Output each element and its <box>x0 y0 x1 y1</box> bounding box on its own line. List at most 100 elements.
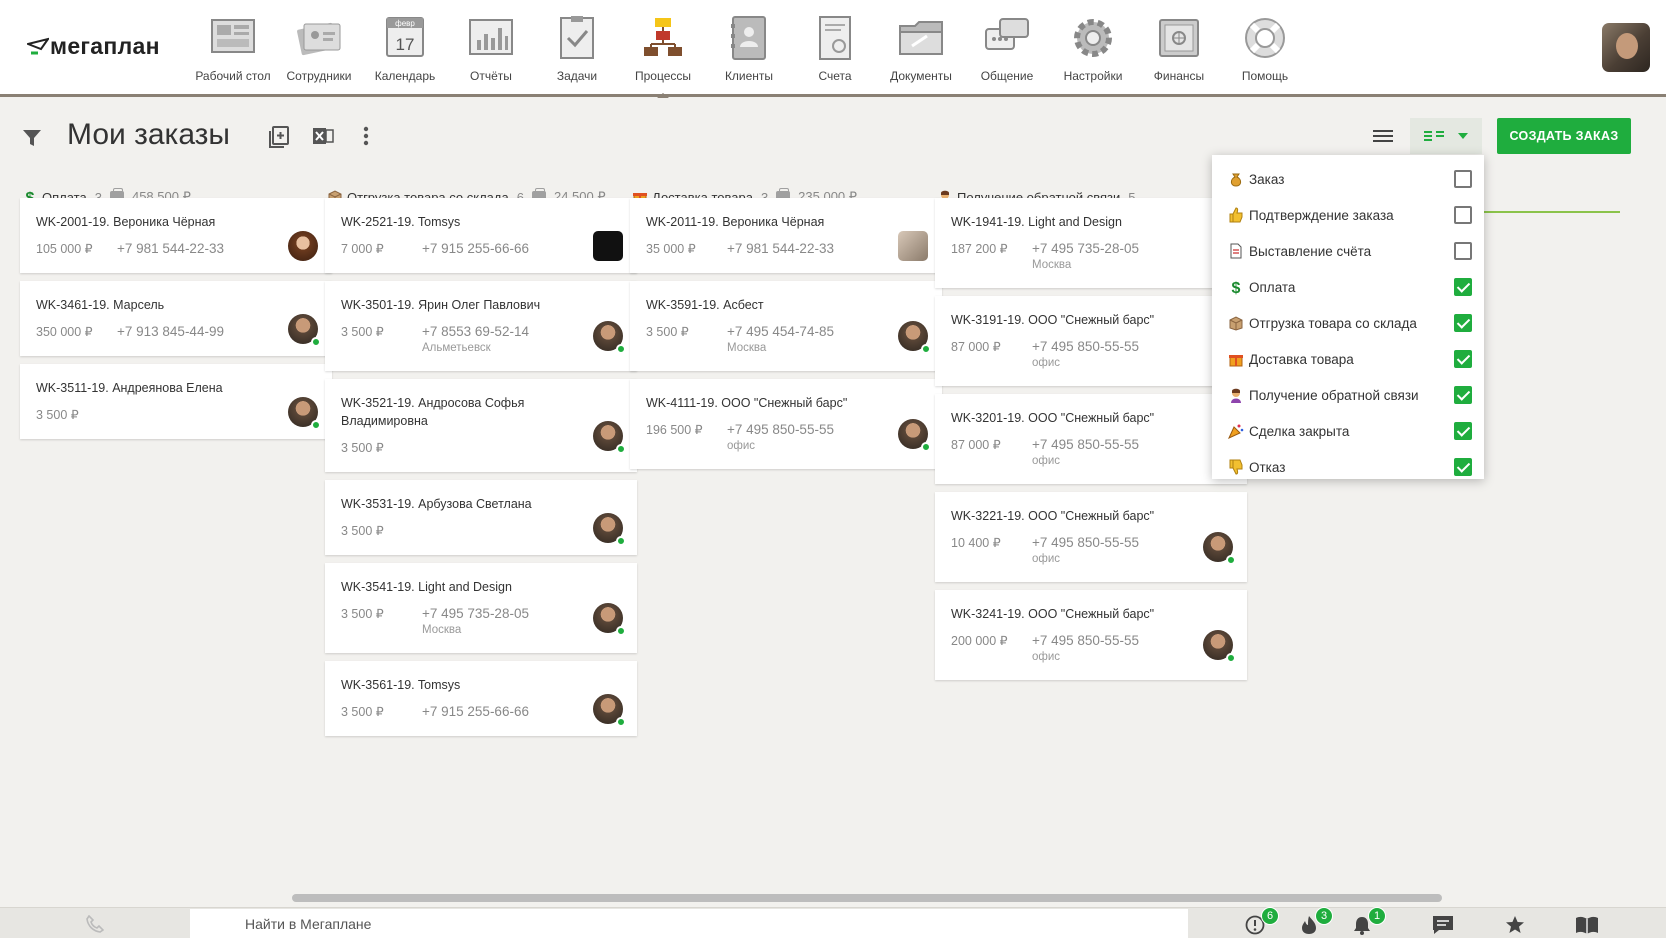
stage-checkbox[interactable] <box>1454 350 1472 368</box>
order-phone[interactable]: +7 495 735-28-05 <box>1032 241 1139 256</box>
order-phone[interactable]: +7 915 255-66-66 <box>422 241 529 256</box>
order-card[interactable]: WK-2001-19. Вероника Чёрная 105 000 ₽ +7 9… <box>20 198 332 273</box>
order-card[interactable]: WK-4111-19. ООО "Снежный барс" 196 500 ₽ +… <box>630 379 942 469</box>
create-order-button[interactable]: СОЗДАТЬ ЗАКАЗ <box>1497 118 1631 154</box>
order-phone[interactable]: +7 8553 69-52-14 <box>422 324 529 339</box>
stage-toggle-item[interactable]: Доставка товара <box>1228 345 1472 373</box>
assignee-avatar[interactable] <box>288 397 321 430</box>
user-avatar[interactable] <box>1602 23 1650 72</box>
assignee-avatar[interactable] <box>593 421 626 454</box>
nav-item-tasks[interactable]: Задачи <box>534 0 620 94</box>
horizontal-scrollbar[interactable] <box>292 894 1442 902</box>
excel-export-icon[interactable] <box>312 125 334 147</box>
nav-item-invoices[interactable]: Счета <box>792 0 878 94</box>
assignee-avatar[interactable] <box>288 314 321 347</box>
more-menu-icon[interactable] <box>362 125 370 147</box>
nav-item-clients[interactable]: Клиенты <box>706 0 792 94</box>
order-title[interactable]: WK-2001-19. Вероника Чёрная <box>36 213 316 231</box>
order-title[interactable]: WK-3511-19. Андреянова Елена <box>36 379 316 397</box>
order-phone[interactable]: +7 495 850-55-55 <box>1032 633 1139 648</box>
order-title[interactable]: WK-3591-19. Асбест <box>646 296 926 314</box>
stage-checkbox[interactable] <box>1454 314 1472 332</box>
order-title[interactable]: WK-3541-19. Light and Design <box>341 578 621 596</box>
order-card[interactable]: WK-3511-19. Андреянова Елена 3 500 ₽ <box>20 364 332 439</box>
stage-checkbox[interactable] <box>1454 422 1472 440</box>
stage-toggle-item[interactable]: Отгрузка товара со склада <box>1228 309 1472 337</box>
order-phone[interactable]: +7 495 454-74-85 <box>727 324 834 339</box>
stage-toggle-item[interactable]: Выставление счёта <box>1228 237 1472 265</box>
assignee-avatar[interactable] <box>898 419 931 452</box>
stage-toggle-item[interactable]: Отказ <box>1228 453 1472 481</box>
order-card[interactable]: WK-3531-19. Арбузова Светлана 3 500 ₽ <box>325 480 637 555</box>
assignee-avatar[interactable] <box>898 231 928 261</box>
megaplan-logo[interactable]: мегаплан <box>27 33 160 60</box>
assignee-avatar[interactable] <box>1203 630 1236 663</box>
order-card[interactable]: WK-2521-19. Tomsys 7 000 ₽ +7 915 255-66-6… <box>325 198 637 273</box>
order-card[interactable]: WK-3561-19. Tomsys 3 500 ₽ +7 915 255-66-6… <box>325 661 637 736</box>
stage-toggle-item[interactable]: Получение обратной связи <box>1228 381 1472 409</box>
kanban-view-button[interactable] <box>1410 118 1482 154</box>
filter-icon[interactable] <box>22 128 42 148</box>
assignee-avatar[interactable] <box>593 694 626 727</box>
order-title[interactable]: WK-3221-19. ООО "Снежный барс" <box>951 507 1231 525</box>
nav-item-reports[interactable]: Отчёты <box>448 0 534 94</box>
order-card[interactable]: WK-3201-19. ООО "Снежный барс" 87 000 ₽ +7… <box>935 394 1247 484</box>
stage-checkbox[interactable] <box>1454 458 1472 476</box>
nav-item-lifebuoy[interactable]: Помощь <box>1222 0 1308 94</box>
stage-toggle-item[interactable]: Сделка закрыта <box>1228 417 1472 445</box>
order-phone[interactable]: +7 495 850-55-55 <box>727 422 834 437</box>
alerts-button[interactable]: 6 <box>1245 907 1279 938</box>
stage-toggle-item[interactable]: $ Оплата <box>1228 273 1472 301</box>
assignee-avatar[interactable] <box>593 231 623 261</box>
assignee-avatar[interactable] <box>288 231 318 261</box>
order-title[interactable]: WK-2011-19. Вероника Чёрная <box>646 213 926 231</box>
order-title[interactable]: WK-3191-19. ООО "Снежный барс" <box>951 311 1231 329</box>
stage-toggle-item[interactable]: Заказ <box>1228 165 1472 193</box>
order-title[interactable]: WK-3201-19. ООО "Снежный барс" <box>951 409 1231 427</box>
order-phone[interactable]: +7 981 544-22-33 <box>117 241 224 256</box>
book-icon[interactable] <box>1575 915 1599 935</box>
order-phone[interactable]: +7 981 544-22-33 <box>727 241 834 256</box>
nav-item-employees[interactable]: Сотрудники <box>276 0 362 94</box>
stage-toggle-item[interactable]: Подтверждение заказа <box>1228 201 1472 229</box>
assignee-avatar[interactable] <box>593 321 626 354</box>
assignee-avatar[interactable] <box>593 603 626 636</box>
hot-button[interactable]: 3 <box>1299 907 1333 938</box>
nav-item-documents[interactable]: Документы <box>878 0 964 94</box>
phone-icon[interactable] <box>86 915 104 933</box>
order-phone[interactable]: +7 495 850-55-55 <box>1032 535 1139 550</box>
assignee-avatar[interactable] <box>593 513 626 546</box>
stage-checkbox[interactable] <box>1454 386 1472 404</box>
nav-item-calendar[interactable]: февр 17 Календарь <box>362 0 448 94</box>
nav-item-chat[interactable]: Общение <box>964 0 1050 94</box>
order-phone[interactable]: +7 495 850-55-55 <box>1032 437 1139 452</box>
order-phone[interactable]: +7 915 255-66-66 <box>422 704 529 719</box>
star-icon[interactable] <box>1505 915 1525 935</box>
stage-checkbox[interactable] <box>1454 242 1472 260</box>
nav-item-gear[interactable]: Настройки <box>1050 0 1136 94</box>
assignee-avatar[interactable] <box>1203 532 1236 565</box>
stage-checkbox[interactable] <box>1454 278 1472 296</box>
order-card[interactable]: WK-3191-19. ООО "Снежный барс" 87 000 ₽ +7… <box>935 296 1247 386</box>
order-card[interactable]: WK-3221-19. ООО "Снежный барс" 10 400 ₽ +7… <box>935 492 1247 582</box>
order-card[interactable]: WK-3521-19. Андросова Софья Владимировна… <box>325 379 637 472</box>
order-title[interactable]: WK-4111-19. ООО "Снежный барс" <box>646 394 926 412</box>
order-card[interactable]: WK-3461-19. Марсель 350 000 ₽ +7 913 845-4… <box>20 281 332 356</box>
order-card[interactable]: WK-1941-19. Light and Design 187 200 ₽ +7 … <box>935 198 1247 288</box>
order-title[interactable]: WK-2521-19. Tomsys <box>341 213 621 231</box>
order-phone[interactable]: +7 913 845-44-99 <box>117 324 224 339</box>
order-card[interactable]: WK-3241-19. ООО "Снежный барс" 200 000 ₽ +… <box>935 590 1247 680</box>
order-card[interactable]: WK-3501-19. Ярин Олег Павлович 3 500 ₽ +7 … <box>325 281 637 371</box>
order-card[interactable]: WK-3541-19. Light and Design 3 500 ₽ +7 49… <box>325 563 637 653</box>
nav-item-processes[interactable]: Процессы <box>620 0 706 98</box>
global-search[interactable] <box>190 909 1188 938</box>
order-title[interactable]: WK-3501-19. Ярин Олег Павлович <box>341 296 621 314</box>
order-card[interactable]: WK-3591-19. Асбест 3 500 ₽ +7 495 454-74-8… <box>630 281 942 371</box>
list-view-button[interactable] <box>1367 120 1399 152</box>
nav-item-desktop[interactable]: Рабочий стол <box>190 0 276 94</box>
order-title[interactable]: WK-3521-19. Андросова Софья Владимировна <box>341 394 621 430</box>
order-title[interactable]: WK-3241-19. ООО "Снежный барс" <box>951 605 1231 623</box>
notifications-button[interactable]: 1 <box>1352 907 1386 938</box>
stage-checkbox[interactable] <box>1454 206 1472 224</box>
messages-icon[interactable] <box>1432 915 1454 935</box>
